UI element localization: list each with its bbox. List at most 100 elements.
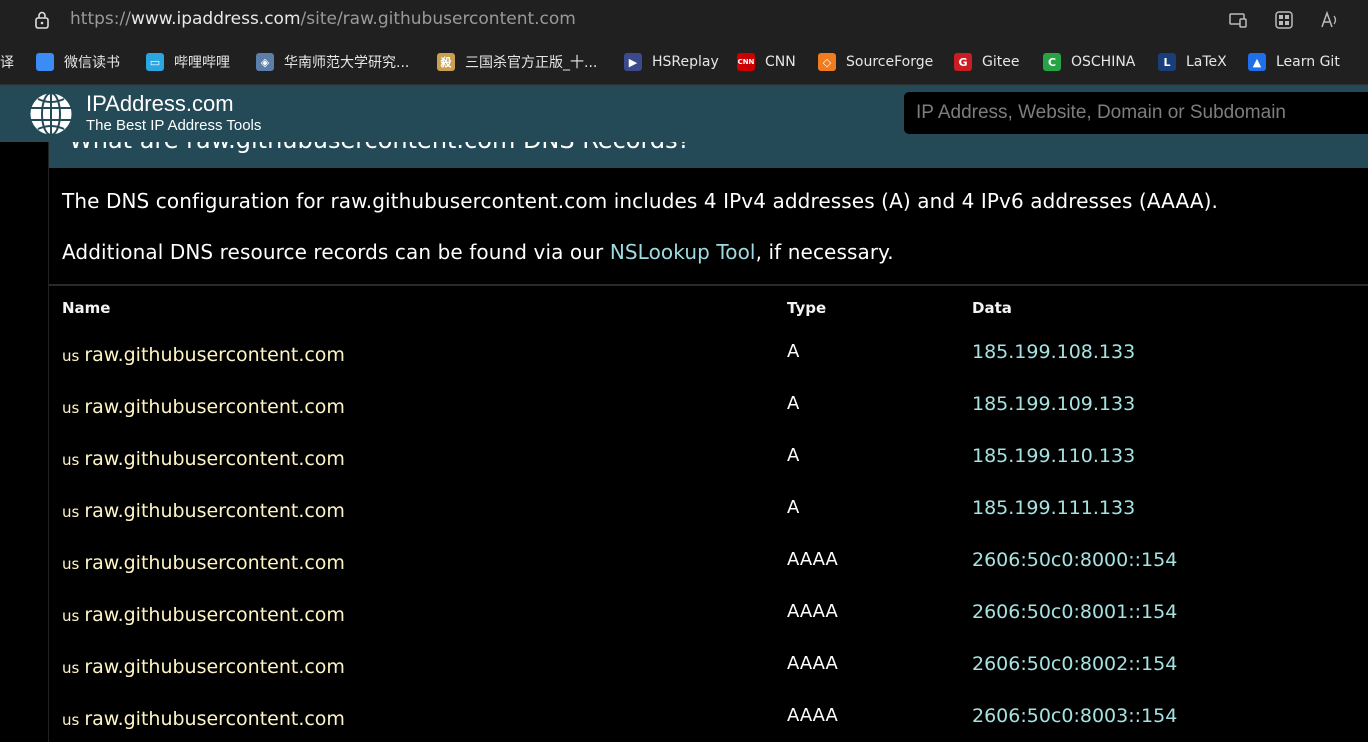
url-prefix: https:// [70,9,131,29]
cast-icon[interactable] [1228,10,1248,30]
record-data-link[interactable]: 2606:50c0:8001::154 [972,601,1177,623]
record-hostname: raw.githubusercontent.com [84,552,345,574]
column-header-type: Type [787,299,827,317]
country-code: us [62,503,80,521]
table-row: us raw.githubusercontent.com A 185.199.109.… [49,393,1368,448]
table-row: us raw.githubusercontent.com AAAA 2606:50c0… [49,549,1368,604]
record-data-link[interactable]: 185.199.111.133 [972,497,1135,519]
column-header-data: Data [972,299,1012,317]
record-type: A [787,497,800,518]
bookmark-learngit[interactable]: ▲ Learn Git [1248,51,1340,73]
bookmark-bilibili[interactable]: ▭ 哔哩哔哩 [146,51,230,73]
table-row: us raw.githubusercontent.com AAAA 2606:50c0… [49,705,1368,742]
scnu-icon: ◈ [256,53,274,71]
record-hostname: raw.githubusercontent.com [84,448,345,470]
brand-tagline: The Best IP Address Tools [86,117,262,134]
brand-name[interactable]: IPAddress.com [86,91,234,117]
bookmark-sanguosha[interactable]: 殺三国杀官方正版_十... [437,51,597,73]
table-row: us raw.githubusercontent.com A 185.199.111.… [49,497,1368,552]
country-code: us [62,659,80,677]
bookmark-label: LaTeX [1186,54,1227,70]
bookmark-cnn[interactable]: CNN CNN [737,51,796,73]
record-data-link[interactable]: 2606:50c0:8000::154 [972,549,1177,571]
record-type: A [787,341,800,362]
learngit-icon: ▲ [1248,53,1266,71]
globe-logo-icon[interactable] [28,91,74,137]
gitee-icon: G [954,53,972,71]
bookmarks-bar: 译 微信读书 ▭ 哔哩哔哩 ◈ 华南师范大学研究... 殺三国杀官方正版_十... ▶ HSRe… [0,40,1368,116]
record-data-link[interactable]: 185.199.108.133 [972,341,1135,363]
record-name: us raw.githubusercontent.com [62,448,345,470]
nslookup-note-after: , if necessary. [755,240,894,264]
record-hostname: raw.githubusercontent.com [84,656,345,678]
bookmark-label: 译 [0,55,14,71]
record-type: AAAA [787,549,838,570]
table-row: us raw.githubusercontent.com AAAA 2606:50c0… [49,653,1368,708]
column-header-name: Name [62,299,111,317]
bookmark-translate[interactable]: 译 [0,51,14,73]
search-input[interactable] [904,92,1368,134]
record-data-link[interactable]: 185.199.110.133 [972,445,1135,467]
record-type: A [787,445,800,466]
bookmark-label: Learn Git [1276,54,1340,70]
record-data-link[interactable]: 2606:50c0:8003::154 [972,705,1177,727]
bookmark-gitee[interactable]: G Gitee [954,51,1019,73]
nslookup-note-before: Additional DNS resource records can be f… [62,240,610,264]
record-hostname: raw.githubusercontent.com [84,344,345,366]
bookmark-oschina[interactable]: C OSCHINA [1043,51,1135,73]
record-hostname: raw.githubusercontent.com [84,396,345,418]
dns-summary-text: The DNS configuration for raw.githubuser… [62,189,1218,213]
url-host: www.ipaddress.com [130,9,301,29]
record-name: us raw.githubusercontent.com [62,500,345,522]
apps-icon[interactable] [1274,10,1294,30]
oschina-icon: C [1043,53,1061,71]
record-name: us raw.githubusercontent.com [62,604,345,626]
bookmark-label: Gitee [982,54,1020,70]
record-name: us raw.githubusercontent.com [62,344,345,366]
bookmark-scnu[interactable]: ◈ 华南师范大学研究... [256,51,409,73]
country-code: us [62,347,80,365]
record-hostname: raw.githubusercontent.com [84,604,345,626]
read-aloud-icon[interactable] [1320,10,1340,30]
record-name: us raw.githubusercontent.com [62,552,345,574]
record-type: AAAA [787,653,838,674]
dns-records-section: What are raw.githubusercontent.com DNS R… [48,142,1368,742]
site-header: IPAddress.com The Best IP Address Tools [0,85,1368,142]
bookmark-label: OSCHINA [1071,54,1136,70]
record-data-link[interactable]: 185.199.109.133 [972,393,1135,415]
table-row: us raw.githubusercontent.com AAAA 2606:50c0… [49,601,1368,656]
record-name: us raw.githubusercontent.com [62,396,345,418]
record-type: AAAA [787,601,838,622]
country-code: us [62,555,80,573]
bookmark-label: CNN [765,54,796,70]
bookmark-label: SourceForge [846,54,934,70]
bookmark-latex[interactable]: L LaTeX [1158,51,1227,73]
url-field[interactable]: https://www.ipaddress.com/site/raw.githu… [70,9,576,29]
bookmark-label: 微信读书 [64,55,120,71]
sanguosha-icon: 殺 [437,53,455,71]
divider [49,284,1368,286]
record-data-link[interactable]: 2606:50c0:8002::154 [972,653,1177,675]
record-type: AAAA [787,705,838,726]
section-heading: What are raw.githubusercontent.com DNS R… [69,142,690,154]
country-code: us [62,451,80,469]
bookmark-weread[interactable]: 微信读书 [36,51,120,73]
bookmark-label: 华南师范大学研究... [284,55,410,71]
country-code: us [62,399,80,417]
section-heading-bar: What are raw.githubusercontent.com DNS R… [49,142,1368,168]
bilibili-icon: ▭ [146,53,164,71]
table-row: us raw.githubusercontent.com A 185.199.108.… [49,341,1368,396]
url-path: /site/raw.githubusercontent.com [300,9,576,29]
address-bar: https://www.ipaddress.com/site/raw.githu… [0,0,1368,40]
weread-icon [36,53,54,71]
lock-icon[interactable] [32,10,52,30]
sourceforge-icon: ◇ [818,53,836,71]
country-code: us [62,607,80,625]
bookmark-label: 哔哩哔哩 [174,55,230,71]
bookmark-hsreplay[interactable]: ▶ HSReplay [624,51,719,73]
hsreplay-icon: ▶ [624,53,642,71]
table-row: us raw.githubusercontent.com A 185.199.110.… [49,445,1368,500]
record-name: us raw.githubusercontent.com [62,708,345,730]
bookmark-sourceforge[interactable]: ◇ SourceForge [818,51,933,73]
nslookup-tool-link[interactable]: NSLookup Tool [610,240,756,264]
